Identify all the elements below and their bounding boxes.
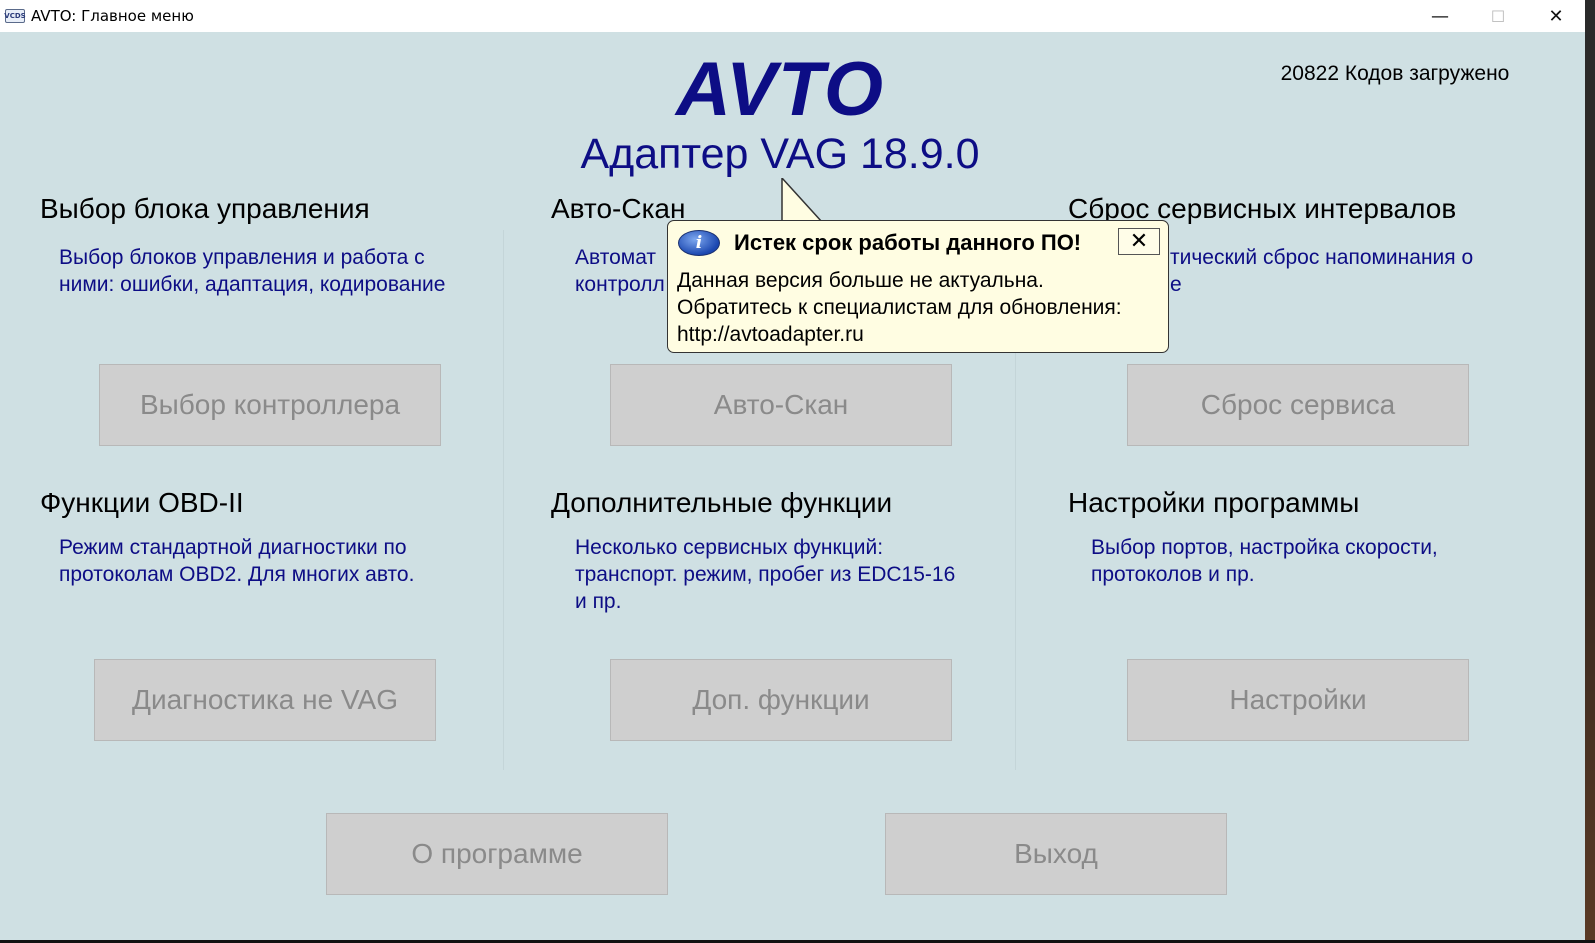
desc-line: Выбор портов, настройка скорости, xyxy=(1091,536,1438,559)
service-reset-button[interactable]: Сброс сервиса xyxy=(1127,364,1469,446)
desc-line: протоколам OBD2. Для многих авто. xyxy=(59,563,415,586)
section-desc-service-reset: тический сброс напоминания о е xyxy=(1170,244,1530,298)
tooltip-line: Обратитесь к специалистам для обновления… xyxy=(677,296,1122,319)
desc-line: ними: ошибки, адаптация, кодирование xyxy=(59,273,446,296)
tooltip-link[interactable]: http://avtoadapter.ru xyxy=(677,321,1122,348)
section-desc-obd2: Режим стандартной диагностики по протоко… xyxy=(59,534,519,588)
app-subtitle: Адаптер VAG 18.9.0 xyxy=(580,130,980,178)
tooltip-header: i Истек срок работы данного ПО! xyxy=(678,230,1081,256)
section-title-controller: Выбор блока управления xyxy=(40,193,370,224)
section-desc-controller: Выбор блоков управления и работа с ними:… xyxy=(59,244,519,298)
tooltip-title: Истек срок работы данного ПО! xyxy=(734,230,1082,255)
window-controls: — ☐ ✕ xyxy=(1411,0,1585,32)
info-icon: i xyxy=(678,230,720,256)
desc-line: Выбор блоков управления и работа с xyxy=(59,246,425,269)
tooltip-line: Данная версия больше не актуальна. xyxy=(677,269,1044,292)
select-controller-button[interactable]: Выбор контроллера xyxy=(99,364,441,446)
desktop-background xyxy=(1585,0,1595,943)
section-title-extra-functions: Дополнительные функции xyxy=(551,487,893,518)
close-button[interactable]: ✕ xyxy=(1527,0,1585,32)
extra-functions-button[interactable]: Доп. функции xyxy=(610,659,952,741)
section-title-autoscan: Авто-Скан xyxy=(551,193,686,224)
section-title-settings: Настройки программы xyxy=(1068,487,1360,518)
desc-line: Несколько сервисных функций: xyxy=(575,536,884,559)
expiry-balloon-tooltip: i Истек срок работы данного ПО! ✕ Данная… xyxy=(667,220,1169,353)
section-desc-extra-functions: Несколько сервисных функций: транспорт. … xyxy=(575,534,1035,615)
tooltip-pointer xyxy=(781,178,823,222)
window-title: AVTO: Главное меню xyxy=(31,7,194,25)
settings-button[interactable]: Настройки xyxy=(1127,659,1469,741)
tooltip-close-button[interactable]: ✕ xyxy=(1118,228,1160,255)
column-divider xyxy=(503,230,504,770)
non-vag-diagnostics-button[interactable]: Диагностика не VAG xyxy=(94,659,436,741)
codes-loaded-status: 20822 Кодов загружено xyxy=(1280,62,1510,85)
desc-line: Режим стандартной диагностики по xyxy=(59,536,407,559)
about-button[interactable]: О программе xyxy=(326,813,668,895)
minimize-button[interactable]: — xyxy=(1411,0,1469,32)
desc-line: е xyxy=(1170,273,1182,296)
main-window: VCDS AVTO: Главное меню — ☐ ✕ AVTO Адапт… xyxy=(0,0,1585,940)
desc-line: протоколов и пр. xyxy=(1091,563,1255,586)
desc-line: транспорт. режим, пробег из EDC15-16 xyxy=(575,563,956,586)
maximize-button[interactable]: ☐ xyxy=(1469,0,1527,32)
title-bar: VCDS AVTO: Главное меню — ☐ ✕ xyxy=(0,0,1585,32)
desc-line: и пр. xyxy=(575,590,622,613)
app-logo: AVTO xyxy=(675,47,885,132)
autoscan-button[interactable]: Авто-Скан xyxy=(610,364,952,446)
section-desc-settings: Выбор портов, настройка скорости, проток… xyxy=(1091,534,1551,588)
app-icon: VCDS xyxy=(4,9,26,23)
desc-line: тический сброс напоминания о xyxy=(1170,246,1474,269)
tooltip-message: Данная версия больше не актуальна. Обрат… xyxy=(677,267,1122,348)
exit-button[interactable]: Выход xyxy=(885,813,1227,895)
section-title-obd2: Функции OBD-II xyxy=(40,487,244,518)
